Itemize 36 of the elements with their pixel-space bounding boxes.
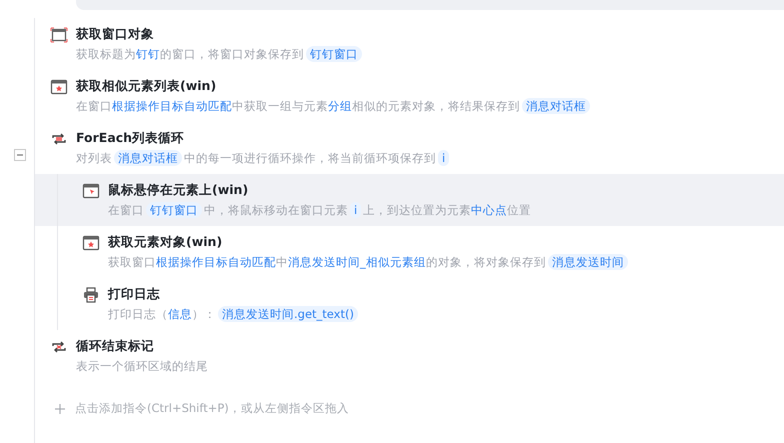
variable-tag[interactable]: 钉钉窗口 bbox=[306, 46, 362, 62]
step-description: 获取窗口 根据操作目标自动匹配中消息发送时间_相似元素组的对象，将对象保存到 消息发送时间 bbox=[108, 252, 630, 272]
step-row[interactable]: 鼠标悬停在元素上(win) 在窗口 钉钉窗口 中，将鼠标移动在窗口元素 i 上，到达位置为元素中心点位置 bbox=[35, 174, 784, 226]
step-title: 获取相似元素列表(win) bbox=[76, 77, 218, 95]
step-title: 鼠标悬停在元素上(win) bbox=[108, 181, 250, 199]
step-description: 获取标题为钉钉的窗口，将窗口对象保存到 钉钉窗口 bbox=[76, 44, 364, 64]
cursor-window-icon bbox=[82, 182, 100, 200]
variable-tag[interactable]: i bbox=[350, 202, 362, 218]
add-command-hint[interactable]: 点击添加指令(Ctrl+Shift+P)，或从左侧指令区拖入 bbox=[75, 401, 349, 416]
variable-tag[interactable]: 消息发送时间 bbox=[548, 254, 628, 270]
step-row[interactable]: 获取相似元素列表(win) 在窗口 根据操作目标自动匹配中获取一组与元素分组相似的元素对象，将结果保存到 消息对话框 bbox=[35, 70, 784, 122]
step-title: 打印日志 bbox=[108, 285, 161, 303]
window-icon bbox=[82, 234, 100, 252]
step-title: 获取元素对象(win) bbox=[108, 233, 224, 251]
variable-tag[interactable]: 钉钉窗口 bbox=[146, 202, 202, 218]
step-row[interactable]: ForEach列表循环 对列表 消息对话框 中的每一项进行循环操作，将当前循环项保存到 i bbox=[35, 122, 784, 174]
window-icon bbox=[50, 78, 68, 96]
step-row[interactable]: 获取元素对象(win) 获取窗口 根据操作目标自动匹配中消息发送时间_相似元素组的对象，将对象保存到 消息发送时间 bbox=[35, 226, 784, 278]
step-title: 获取窗口对象 bbox=[76, 25, 155, 43]
variable-tag[interactable]: 消息发送时间.get_text() bbox=[218, 306, 358, 322]
variable-tag[interactable]: 消息对话框 bbox=[114, 150, 182, 166]
step-description: 表示一个循环区域的结尾 bbox=[76, 358, 208, 375]
step-description: 打印日志（信息）： 消息发送时间.get_text() bbox=[108, 304, 360, 324]
collapse-icon[interactable] bbox=[14, 149, 26, 161]
step-description: 在窗口 钉钉窗口 中，将鼠标移动在窗口元素 i 上，到达位置为元素中心点位置 bbox=[108, 201, 532, 220]
window-icon bbox=[50, 26, 68, 44]
step-description: 在窗口 根据操作目标自动匹配中获取一组与元素分组相似的元素对象，将结果保存到 消息对话框 bbox=[76, 96, 592, 116]
step-row[interactable]: 打印日志 打印日志（信息）： 消息发送时间.get_text() bbox=[35, 278, 784, 330]
variable-tag[interactable]: i bbox=[438, 150, 450, 166]
step-title: ForEach列表循环 bbox=[76, 129, 186, 147]
step-row[interactable]: 获取窗口对象 获取标题为钉钉的窗口，将窗口对象保存到 钉钉窗口 bbox=[35, 18, 784, 70]
step-row[interactable]: 循环结束标记 表示一个循环区域的结尾 bbox=[35, 330, 784, 382]
printer-icon bbox=[82, 286, 100, 304]
step-title: 循环结束标记 bbox=[76, 337, 155, 355]
step-description: 对列表 消息对话框 中的每一项进行循环操作，将当前循环项保存到 i bbox=[76, 148, 452, 168]
variable-tag[interactable]: 消息对话框 bbox=[522, 98, 590, 114]
